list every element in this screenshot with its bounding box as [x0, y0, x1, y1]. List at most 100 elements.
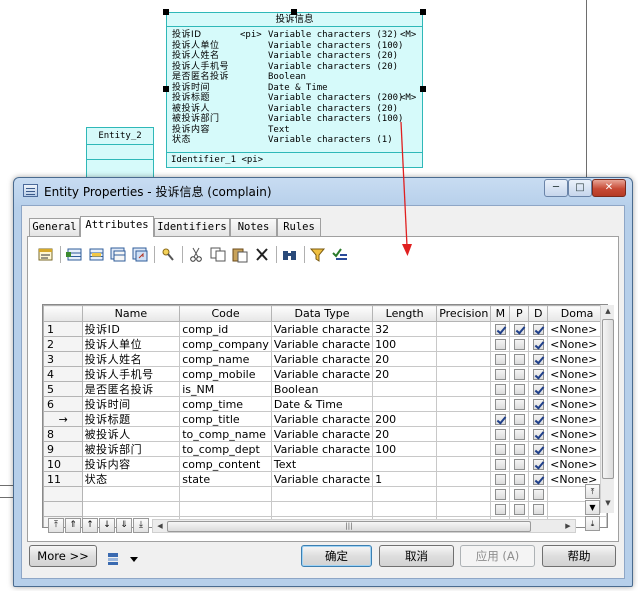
- row-number[interactable]: 8: [43, 426, 83, 442]
- cell-code[interactable]: comp_name: [179, 351, 272, 367]
- cell-name[interactable]: 投诉内容: [81, 456, 181, 472]
- chevron-down-icon[interactable]: [130, 557, 138, 562]
- empty-cell[interactable]: [43, 501, 83, 517]
- cell-length[interactable]: [372, 396, 438, 412]
- dialog-titlebar[interactable]: Entity Properties - 投诉信息 (complain) ─ □ …: [14, 178, 632, 204]
- checkbox-d[interactable]: [532, 354, 544, 365]
- cell-type[interactable]: Variable characte: [270, 471, 374, 487]
- checkbox-m[interactable]: [494, 324, 506, 335]
- cell-name[interactable]: 状态: [81, 471, 181, 487]
- find-icon[interactable]: [158, 245, 178, 264]
- empty-cell[interactable]: [270, 501, 374, 517]
- cut-icon[interactable]: [186, 245, 206, 264]
- cell-name[interactable]: 投诉人姓名: [81, 351, 181, 367]
- column-header[interactable]: D: [528, 305, 549, 322]
- cell-precision[interactable]: [436, 441, 492, 457]
- cell-code[interactable]: comp_mobile: [179, 366, 272, 382]
- row-number[interactable]: 6: [43, 396, 83, 412]
- properties-icon[interactable]: [36, 245, 56, 264]
- checkbox-d[interactable]: [532, 414, 544, 425]
- move-down-icon[interactable]: ↓: [99, 518, 115, 533]
- cell-length[interactable]: 100: [372, 441, 438, 457]
- filter-icon[interactable]: [308, 245, 328, 264]
- grid-horizontal-scrollbar[interactable]: ◀ ||| ▶: [152, 519, 576, 533]
- row-number[interactable]: →: [43, 411, 83, 427]
- row-number[interactable]: 5: [43, 381, 83, 397]
- cell-name[interactable]: 投诉人手机号: [81, 366, 181, 382]
- selection-handle[interactable]: [420, 9, 426, 15]
- add-attributes-icon[interactable]: [108, 245, 128, 264]
- checkbox-d[interactable]: [532, 369, 544, 380]
- empty-cell[interactable]: [490, 501, 511, 517]
- cell-type[interactable]: Text: [270, 456, 374, 472]
- scroll-left-arrow-icon[interactable]: ◀: [153, 520, 167, 532]
- cell-domain[interactable]: <None>: [547, 381, 607, 397]
- empty-cell[interactable]: [436, 501, 492, 517]
- checkbox-d[interactable]: [532, 324, 544, 335]
- move-top-icon[interactable]: ⤒: [48, 518, 64, 533]
- row-number[interactable]: 10: [43, 456, 83, 472]
- ok-button[interactable]: 确定: [301, 545, 372, 567]
- column-header[interactable]: [43, 305, 83, 322]
- empty-cell[interactable]: [528, 486, 549, 502]
- selection-handle[interactable]: [163, 9, 169, 15]
- cell-type[interactable]: Date & Time: [270, 396, 374, 412]
- cell-name[interactable]: 投诉人单位: [81, 336, 181, 352]
- cell-length[interactable]: 20: [372, 426, 438, 442]
- empty-cell[interactable]: [81, 486, 181, 502]
- column-header[interactable]: Precision: [436, 305, 492, 322]
- cell-domain[interactable]: <None>: [547, 426, 607, 442]
- grid-vertical-scrollbar[interactable]: ▲ ▼: [600, 305, 614, 513]
- row-number[interactable]: 9: [43, 441, 83, 457]
- cell-domain[interactable]: <None>: [547, 321, 607, 337]
- empty-cell[interactable]: [509, 501, 530, 517]
- empty-cell[interactable]: [270, 486, 374, 502]
- attributes-grid[interactable]: Name Code Data Type Length Precision M P D Doma …: [42, 304, 608, 528]
- empty-row[interactable]: [43, 486, 607, 502]
- checkbox-d[interactable]: [532, 384, 544, 395]
- cell-name[interactable]: 是否匿名投诉: [81, 381, 181, 397]
- delete-icon[interactable]: [252, 245, 272, 264]
- empty-cell[interactable]: [490, 486, 511, 502]
- checkbox-m[interactable]: [494, 474, 506, 485]
- checkbox-empty[interactable]: [532, 489, 544, 500]
- insert-row-icon[interactable]: [86, 245, 106, 264]
- cell-length[interactable]: [372, 381, 438, 397]
- cell-domain[interactable]: <None>: [547, 396, 607, 412]
- cell-domain[interactable]: <None>: [547, 411, 607, 427]
- vertical-scroll-thumb[interactable]: [602, 319, 614, 479]
- empty-cell[interactable]: [81, 501, 181, 517]
- cell-type[interactable]: Variable characte: [270, 366, 374, 382]
- column-header[interactable]: Doma: [547, 305, 607, 322]
- table-row[interactable]: 8 被投诉人 to_comp_name Variable characte 20 <Non…: [43, 426, 607, 442]
- horizontal-scroll-thumb[interactable]: |||: [167, 521, 531, 532]
- cell-domain[interactable]: <None>: [547, 351, 607, 367]
- checkbox-d[interactable]: [532, 444, 544, 455]
- move-bottom-icon[interactable]: ⤓: [133, 518, 149, 533]
- row-number[interactable]: 11: [43, 471, 83, 487]
- table-row[interactable]: 9 被投诉部门 to_comp_dept Variable characte 100 <N…: [43, 441, 607, 457]
- cell-length[interactable]: 20: [372, 366, 438, 382]
- cell-domain[interactable]: <None>: [547, 336, 607, 352]
- cell-name[interactable]: 被投诉人: [81, 426, 181, 442]
- checkbox-m[interactable]: [494, 399, 506, 410]
- cell-length[interactable]: 200: [372, 411, 438, 427]
- checkbox-empty[interactable]: [494, 504, 506, 515]
- cell-type[interactable]: Variable characte: [270, 441, 374, 457]
- cell-precision[interactable]: [436, 396, 492, 412]
- checkbox-p[interactable]: [513, 459, 525, 470]
- move-page-down-icon[interactable]: ⇓: [116, 518, 132, 533]
- jump-top-icon[interactable]: ⤒: [585, 484, 600, 499]
- cell-code[interactable]: to_comp_name: [179, 426, 272, 442]
- jump-bottom-icon[interactable]: ⤓: [585, 516, 600, 531]
- reuse-icon[interactable]: [130, 245, 150, 264]
- checkbox-m[interactable]: [494, 354, 506, 365]
- cell-length[interactable]: 20: [372, 351, 438, 367]
- cell-type[interactable]: Variable characte: [270, 351, 374, 367]
- cell-name[interactable]: 投诉ID: [81, 321, 181, 337]
- jump-next-icon[interactable]: ▼: [585, 500, 600, 515]
- cell-domain[interactable]: <None>: [547, 456, 607, 472]
- checkbox-m[interactable]: [494, 459, 506, 470]
- cell-type[interactable]: Variable characte: [270, 426, 374, 442]
- tab-notes[interactable]: Notes: [230, 218, 277, 236]
